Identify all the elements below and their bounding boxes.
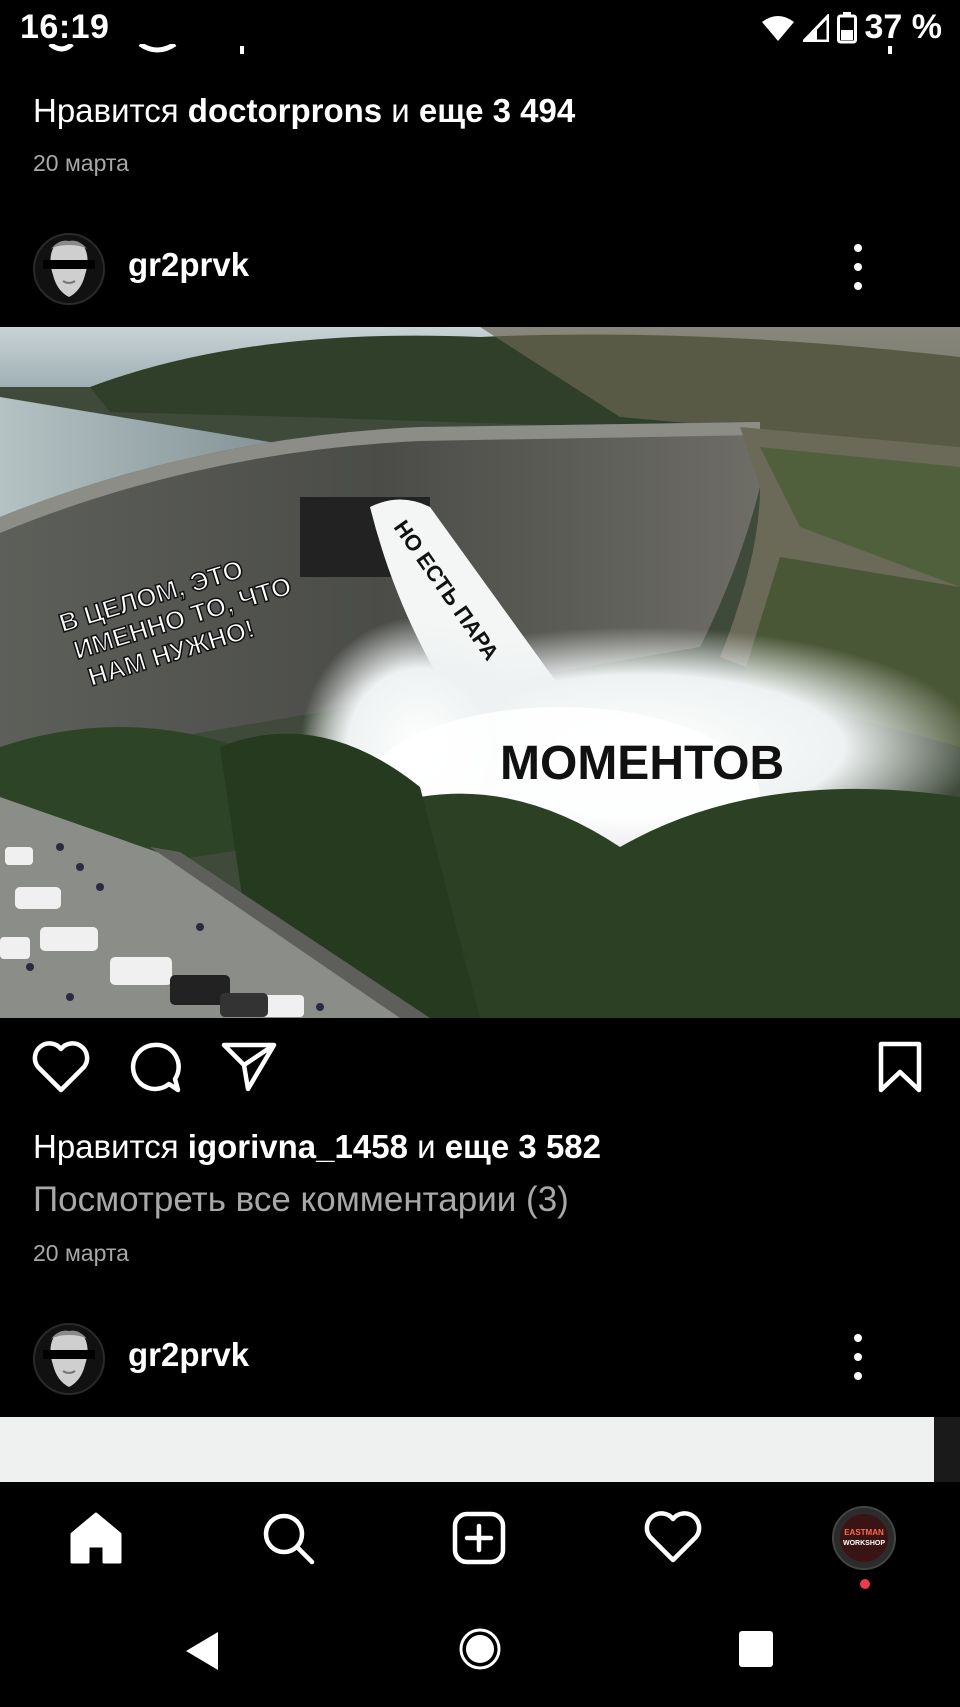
- post-likes[interactable]: Нравится igorivna_1458 и еще 3 582: [33, 1128, 601, 1166]
- notification-dot: [860, 1579, 870, 1589]
- next-post-header: gr2prvk: [0, 1312, 960, 1402]
- more-options-button[interactable]: [846, 244, 870, 290]
- battery-icon: [836, 11, 857, 43]
- system-navigation-bar: [0, 1592, 960, 1707]
- view-all-comments-link[interactable]: Посмотреть все комментарии (3): [33, 1180, 569, 1220]
- next-post-image[interactable]: [0, 1417, 934, 1482]
- recents-icon[interactable]: [738, 1630, 774, 1668]
- post-date: 20 марта: [33, 1240, 129, 1266]
- profile-avatar[interactable]: EASTMAN WORKSHOP: [832, 1506, 896, 1570]
- search-icon[interactable]: [260, 1510, 316, 1566]
- home-icon[interactable]: [68, 1510, 124, 1566]
- post-actions: [0, 1040, 960, 1104]
- home-circle-icon[interactable]: [458, 1627, 502, 1671]
- dot: [854, 1353, 862, 1361]
- next-post-image-edge: [934, 1417, 960, 1482]
- dot: [854, 1372, 862, 1380]
- status-time: 16:19: [20, 8, 110, 46]
- dot: [854, 263, 862, 271]
- previous-post-date: 20 марта: [33, 150, 129, 176]
- post-image[interactable]: В ЦЕЛОМ, ЭТО ИМЕННО ТО, ЧТО НАМ НУЖНО! Н…: [0, 327, 960, 1018]
- save-bookmark-icon[interactable]: [877, 1040, 923, 1094]
- image-caption-bottom: МОМЕНТОВ: [500, 737, 784, 790]
- dot: [854, 282, 862, 290]
- comment-icon[interactable]: [126, 1040, 182, 1096]
- likes-username[interactable]: igorivna_1458: [188, 1128, 408, 1165]
- post-header: gr2prvk: [0, 222, 960, 312]
- dot: [854, 1334, 862, 1342]
- post-username[interactable]: gr2prvk: [128, 1336, 249, 1374]
- avatar[interactable]: [33, 233, 105, 305]
- previous-post-actions-peek: [0, 44, 960, 62]
- cell-signal-icon: [802, 13, 829, 42]
- previous-post-likes[interactable]: Нравится doctorprons и еще 3 494: [33, 92, 575, 130]
- back-icon[interactable]: [182, 1630, 222, 1672]
- battery-percent: 37 %: [864, 8, 943, 46]
- more-options-button[interactable]: [846, 1334, 870, 1380]
- svg-text:WORKSHOP: WORKSHOP: [843, 1540, 885, 1547]
- activity-heart-icon[interactable]: [644, 1510, 702, 1564]
- dot: [854, 244, 862, 252]
- post-username[interactable]: gr2prvk: [128, 246, 249, 284]
- likes-count[interactable]: еще 3 494: [419, 92, 575, 129]
- wifi-icon: [761, 15, 794, 41]
- share-send-icon[interactable]: [220, 1040, 278, 1092]
- likes-username[interactable]: doctorprons: [188, 92, 382, 129]
- svg-text:EASTMAN: EASTMAN: [844, 1528, 884, 1537]
- like-heart-icon[interactable]: [32, 1040, 90, 1094]
- new-post-icon[interactable]: [451, 1510, 507, 1566]
- bottom-navigation: EASTMAN WORKSHOP: [0, 1482, 960, 1592]
- likes-count[interactable]: еще 3 582: [445, 1128, 601, 1165]
- avatar[interactable]: [33, 1323, 105, 1395]
- status-icons: 37 %: [761, 8, 943, 47]
